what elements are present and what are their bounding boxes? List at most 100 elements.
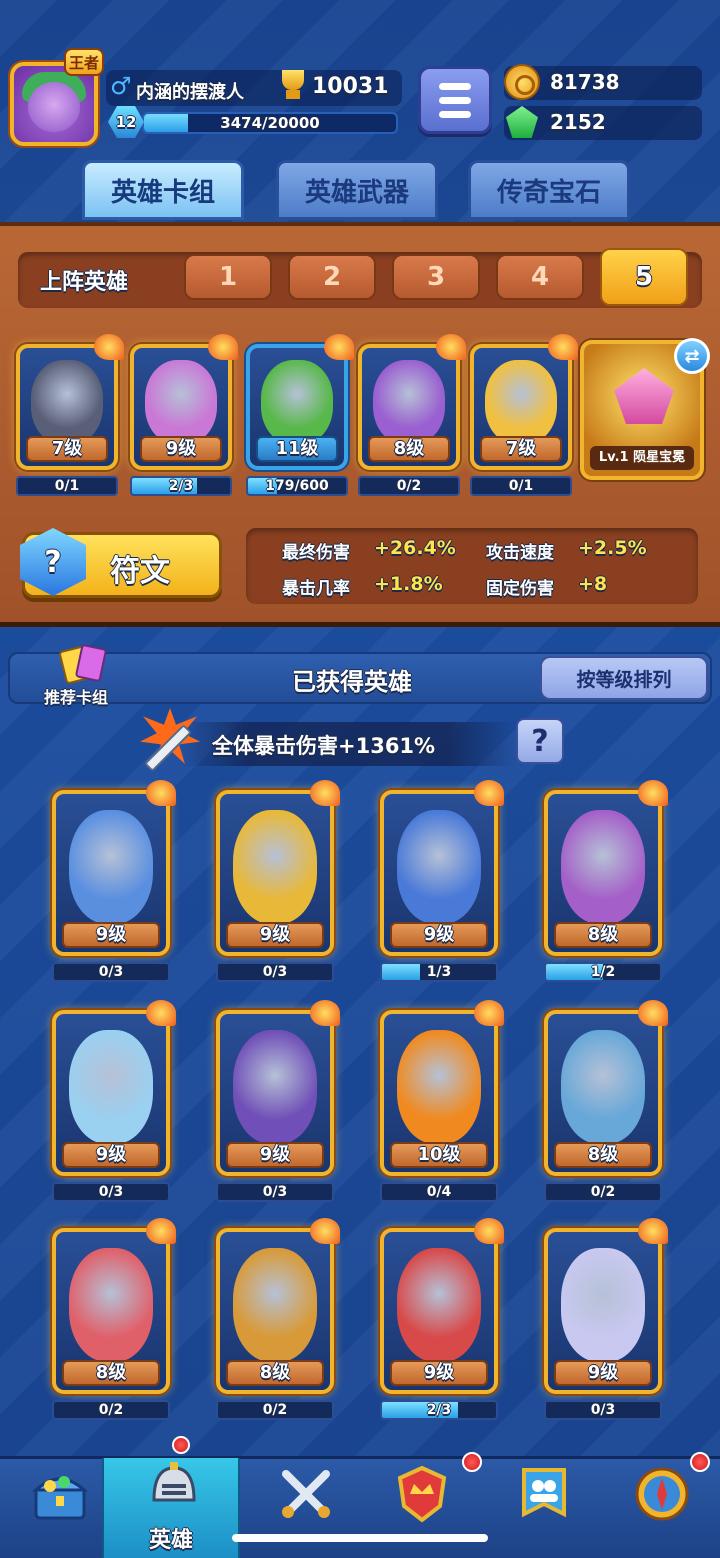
hero-level: 9级: [390, 1360, 488, 1386]
flame-icon: [436, 334, 466, 360]
hero-portrait: 9级: [216, 790, 334, 956]
hero-level: 9级: [140, 436, 222, 462]
team-hero-card-4[interactable]: 8级 0/2: [358, 334, 466, 496]
flame-icon: [324, 334, 354, 360]
hero-portrait: 8级: [216, 1228, 334, 1394]
hero-level: 9级: [554, 1360, 652, 1386]
hero-progress-bar: 0/2: [52, 1400, 170, 1420]
compass-icon: [635, 1467, 689, 1521]
flame-icon: [310, 1000, 340, 1026]
crit-damage-text: 全体暴击伤害+1361%: [212, 734, 436, 758]
nav-weapons[interactable]: [246, 1458, 364, 1558]
flame-icon: [310, 1218, 340, 1244]
hero-progress-bar: 0/4: [380, 1182, 498, 1202]
hero-portrait: 9级: [130, 344, 232, 470]
nav-chest[interactable]: [0, 1458, 118, 1558]
team-slot-1[interactable]: 1: [184, 254, 272, 300]
crown-gem-icon: [614, 368, 674, 424]
hero-portrait: 9级: [544, 1228, 662, 1394]
help-button[interactable]: ?: [516, 718, 564, 764]
hero-portrait: 9级: [380, 1228, 498, 1394]
final-damage-label: 最终伤害: [282, 543, 350, 563]
menu-button[interactable]: [418, 66, 492, 134]
nav-clan[interactable]: [362, 1458, 480, 1558]
hero-progress-text: 1/2: [590, 964, 616, 980]
hero-progress-bar: 0/2: [216, 1400, 334, 1420]
flame-icon: [474, 1218, 504, 1244]
owned-hero-card-1[interactable]: 9级 0/3: [52, 780, 176, 982]
home-indicator[interactable]: [232, 1534, 488, 1542]
team-slot-2[interactable]: 2: [288, 254, 376, 300]
hero-portrait: 9级: [216, 1010, 334, 1176]
team-slot-5[interactable]: 5: [600, 248, 688, 306]
hero-level: 8级: [62, 1360, 160, 1386]
team-slot-3[interactable]: 3: [392, 254, 480, 300]
hero-face: [485, 359, 557, 445]
sort-by-level-button[interactable]: 按等级排列: [540, 656, 708, 700]
coin-count: 81738: [550, 70, 620, 94]
crit-rate-label: 暴击几率: [282, 579, 350, 599]
hero-progress-text: 0/2: [590, 1184, 616, 1200]
hero-portrait: 8级: [544, 790, 662, 956]
flame-icon: [638, 1000, 668, 1026]
hero-level: 8级: [554, 1142, 652, 1168]
hero-progress-bar: 0/3: [216, 962, 334, 982]
final-damage-value: +26.4%: [374, 537, 456, 559]
hero-progress-text: 0/2: [262, 1402, 288, 1418]
crown-shield-icon: [397, 1465, 447, 1523]
hero-progress-bar: 0/3: [52, 962, 170, 982]
flame-icon: [310, 780, 340, 806]
player-avatar[interactable]: 王者: [4, 46, 104, 146]
owned-hero-card-6[interactable]: 9级 0/3: [216, 1000, 340, 1202]
recommend-deck-icon[interactable]: [58, 643, 110, 685]
hero-progress-bar: 2/3: [380, 1400, 498, 1420]
owned-hero-card-11[interactable]: 9级 2/3: [380, 1218, 504, 1420]
hero-face: [69, 1029, 153, 1144]
nav-explore[interactable]: [602, 1458, 720, 1558]
hero-level: 8级: [368, 436, 450, 462]
owned-hero-card-3[interactable]: 9级 1/3: [380, 780, 504, 982]
recommend-deck-label[interactable]: 推荐卡组: [44, 684, 108, 708]
owned-hero-card-4[interactable]: 8级 1/2: [544, 780, 668, 982]
attack-speed-value: +2.5%: [578, 537, 647, 559]
hero-progress-text: 0/4: [426, 1184, 452, 1200]
friends-banner-icon: [522, 1468, 566, 1518]
gem-count: 2152: [550, 110, 606, 134]
hero-level: 9级: [390, 922, 488, 948]
player-name: 内涵的摆渡人: [136, 82, 244, 103]
team-hero-card-2[interactable]: 9级 2/3: [130, 334, 238, 496]
hero-face: [233, 1029, 317, 1144]
owned-hero-card-5[interactable]: 9级 0/3: [52, 1000, 176, 1202]
owned-hero-card-8[interactable]: 8级 0/2: [544, 1000, 668, 1202]
fixed-damage-label: 固定伤害: [486, 579, 554, 599]
hero-portrait: 7级: [470, 344, 572, 470]
tab-legend-gems[interactable]: 传奇宝石: [468, 160, 630, 220]
explore-notification-dot: [690, 1452, 710, 1472]
swap-icon[interactable]: ⇄: [674, 338, 710, 374]
treasure-chest-icon: [32, 1476, 88, 1520]
owned-hero-card-2[interactable]: 9级 0/3: [216, 780, 340, 982]
hero-level: 9级: [226, 1142, 324, 1168]
owned-hero-card-9[interactable]: 8级 0/2: [52, 1218, 176, 1420]
owned-hero-card-10[interactable]: 8级 0/2: [216, 1218, 340, 1420]
owned-title: 已获得英雄: [292, 668, 412, 696]
flame-icon: [208, 334, 238, 360]
male-icon: ♂: [110, 72, 132, 100]
team-hero-card-5[interactable]: 7级 0/1: [470, 334, 578, 496]
hero-portrait: 11级: [246, 344, 348, 470]
owned-hero-card-7[interactable]: 10级 0/4: [380, 1000, 504, 1202]
rank-badge: 王者: [64, 48, 104, 76]
team-slot-4[interactable]: 4: [496, 254, 584, 300]
owned-hero-card-12[interactable]: 9级 0/3: [544, 1218, 668, 1420]
hero-progress-bar: 0/3: [544, 1400, 662, 1420]
hero-progress-text: 0/3: [98, 1184, 124, 1200]
tab-hero-weapons[interactable]: 英雄武器: [276, 160, 438, 220]
team-hero-card-3[interactable]: 11级 179/600: [246, 334, 354, 496]
tab-hero-deck[interactable]: 英雄卡组: [82, 160, 244, 220]
nav-social[interactable]: [484, 1458, 602, 1558]
hero-progress-text: 0/3: [98, 964, 124, 980]
knight-helmet-icon: [152, 1462, 196, 1502]
nav-heroes[interactable]: 英雄: [102, 1458, 240, 1558]
team-hero-card-1[interactable]: 7级 0/1: [16, 334, 124, 496]
hero-level: 9级: [226, 922, 324, 948]
